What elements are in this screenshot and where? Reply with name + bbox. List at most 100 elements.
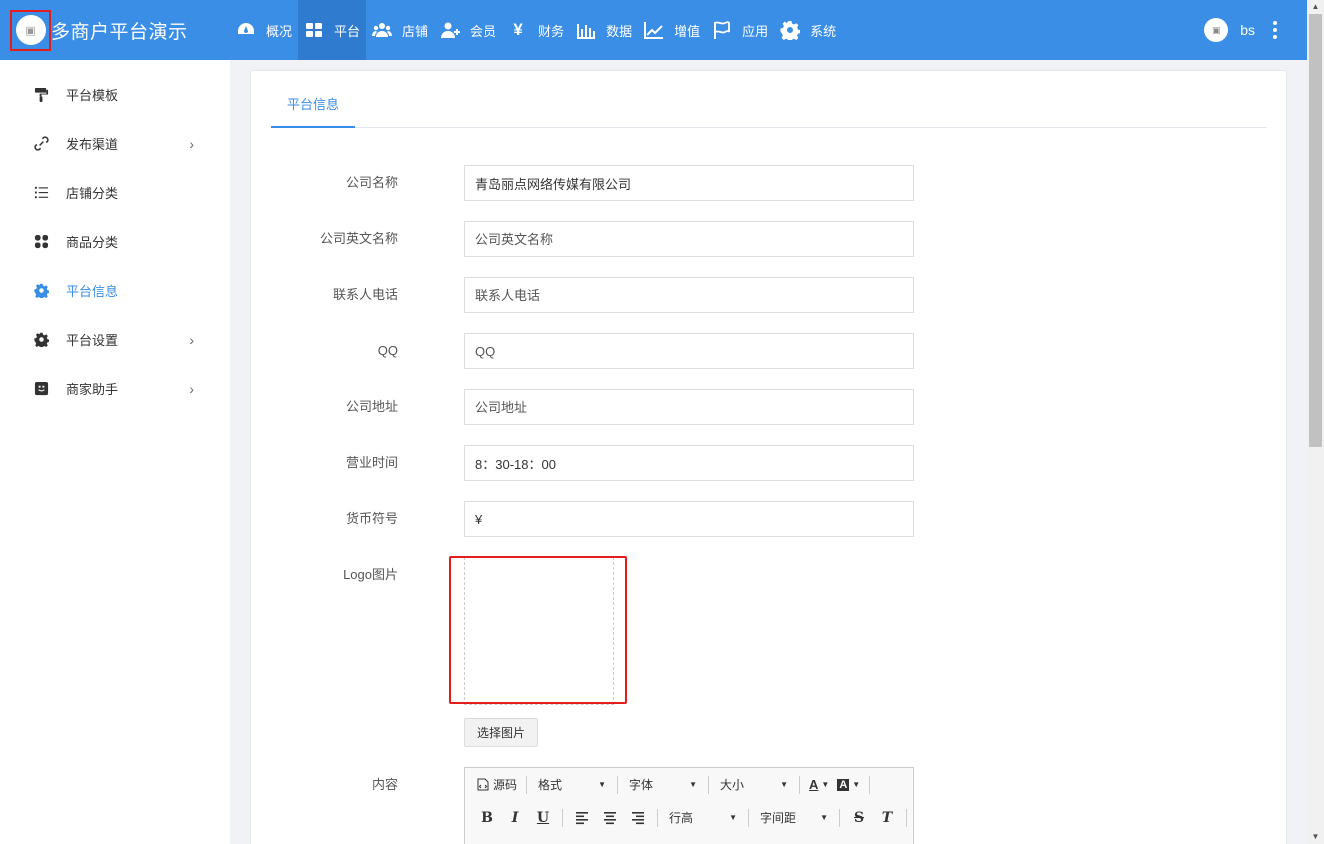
form-row-logo: Logo图片 — [251, 557, 1251, 593]
user-add-icon — [441, 22, 461, 38]
more-menu-icon[interactable] — [1273, 21, 1277, 39]
align-left-icon[interactable] — [568, 811, 596, 825]
dashboard-icon — [238, 23, 254, 34]
sidebar-item-goods-category[interactable]: 商品分类 — [0, 217, 230, 266]
select-image-button[interactable]: 选择图片 — [464, 718, 538, 747]
sidebar-item-label: 商家助手 — [66, 382, 119, 397]
user-area: ▣ bs — [1204, 0, 1277, 60]
top-navbar: ▣ 多商户平台演示 概况 平台 店铺 会员 ¥ 财务 数据 增值 应用 系统 ▣… — [0, 0, 1307, 60]
scroll-down-arrow-icon[interactable]: ▼ — [1307, 830, 1324, 844]
app-title: 多商户平台演示 — [51, 21, 188, 43]
chevron-right-icon: › — [189, 135, 194, 152]
font-select[interactable]: 字体 ▼ — [623, 773, 703, 797]
qq-input[interactable] — [464, 333, 914, 369]
grid-icon — [306, 23, 323, 37]
bold-icon[interactable]: B — [473, 810, 501, 826]
yen-icon: ¥ — [513, 20, 523, 39]
bg-color-button[interactable]: A ▼ — [833, 773, 864, 797]
nav-members[interactable]: 会员 — [434, 0, 502, 60]
brand-logo[interactable]: ▣ — [10, 9, 51, 51]
sidebar-item-publish-channel[interactable]: 发布渠道 › — [0, 119, 230, 168]
editor-toolbar-row-2: B I U 行高 ▼ 字间距 ▼ S T — [465, 801, 913, 834]
line-chart-icon — [644, 22, 664, 39]
form-row-address: 公司地址 — [251, 389, 1251, 425]
sidebar-item-platform-info[interactable]: 平台信息 — [0, 266, 230, 315]
sidebar-item-label: 店铺分类 — [66, 186, 119, 201]
avatar[interactable]: ▣ — [1204, 18, 1229, 42]
nav-overview[interactable]: 概况 — [230, 0, 298, 60]
italic-icon[interactable]: I — [501, 810, 529, 826]
sidebar-item-label: 平台设置 — [66, 333, 119, 348]
divider — [657, 808, 658, 827]
bg-color-icon: A — [837, 778, 850, 791]
logo-icon: ▣ — [15, 15, 46, 45]
nav-value-added[interactable]: 增值 — [638, 0, 706, 60]
username[interactable]: bs — [1240, 22, 1255, 38]
caret-down-icon: ▼ — [689, 780, 698, 789]
scroll-up-arrow-icon[interactable]: ▲ — [1307, 0, 1324, 14]
form-row-company-name: 公司名称 — [251, 165, 1251, 201]
apps-icon — [34, 234, 49, 249]
nav-system[interactable]: 系统 — [774, 0, 842, 60]
source-label: 源码 — [493, 778, 518, 792]
chevron-right-icon: › — [189, 331, 194, 348]
divider — [906, 808, 907, 827]
size-label: 大小 — [720, 778, 745, 792]
sidebar-item-merchant-assistant[interactable]: 商家助手 › — [0, 364, 230, 413]
company-en-name-input[interactable] — [464, 221, 914, 257]
nav-data[interactable]: 数据 — [570, 0, 638, 60]
field-label: 联系人电话 — [332, 287, 398, 302]
nav-stores[interactable]: 店铺 — [366, 0, 434, 60]
business-hours-input[interactable] — [464, 445, 914, 481]
divider — [869, 775, 871, 794]
format-select[interactable]: 格式 ▼ — [532, 773, 612, 797]
nav-apps[interactable]: 应用 — [706, 0, 774, 60]
letter-spacing-select[interactable]: 字间距 ▼ — [754, 806, 834, 830]
tab-platform-info[interactable]: 平台信息 — [271, 92, 356, 128]
align-center-icon[interactable] — [596, 811, 624, 825]
caret-down-icon: ▼ — [852, 780, 861, 789]
nav-label: 概况 — [266, 23, 293, 39]
clear-format-icon[interactable]: T — [873, 810, 901, 826]
source-code-icon — [477, 778, 489, 791]
address-input[interactable] — [464, 389, 914, 425]
sidebar-item-platform-settings[interactable]: 平台设置 › — [0, 315, 230, 364]
brand[interactable]: ▣ 多商户平台演示 — [0, 0, 230, 60]
field-label: 公司名称 — [345, 175, 398, 190]
field-label: 公司地址 — [345, 399, 398, 414]
contact-phone-input[interactable] — [464, 277, 914, 313]
line-height-select[interactable]: 行高 ▼ — [663, 806, 743, 830]
nav-finance[interactable]: ¥ 财务 — [502, 0, 570, 60]
nav-label: 平台 — [334, 23, 361, 39]
currency-input[interactable] — [464, 501, 914, 537]
field-label: 内容 — [371, 777, 398, 792]
vertical-scrollbar[interactable]: ▲ ▼ — [1307, 0, 1324, 844]
gear-icon — [34, 332, 49, 347]
sidebar-item-store-category[interactable]: 店铺分类 — [0, 168, 230, 217]
align-right-icon[interactable] — [624, 811, 652, 825]
caret-down-icon: ▼ — [780, 780, 789, 789]
scrollbar-thumb[interactable] — [1309, 14, 1322, 447]
sidebar-item-platform-template[interactable]: 平台模板 — [0, 70, 230, 119]
caret-down-icon: ▼ — [598, 780, 607, 789]
nav-platform[interactable]: 平台 — [298, 0, 367, 60]
caret-down-icon: ▼ — [729, 813, 737, 822]
font-color-button[interactable]: A ▼ — [805, 773, 833, 797]
size-select[interactable]: 大小 ▼ — [714, 773, 794, 797]
form-row-business-hours: 营业时间 — [251, 445, 1251, 481]
source-button[interactable]: 源码 — [473, 773, 521, 797]
nav-label: 数据 — [606, 23, 633, 39]
divider — [562, 808, 563, 827]
form-row-qq: QQ — [251, 333, 1251, 369]
divider — [617, 775, 619, 794]
paint-roller-icon — [34, 87, 49, 102]
strikethrough-icon[interactable]: S — [845, 810, 873, 826]
underline-icon[interactable]: U — [529, 810, 557, 826]
letter-spacing-label: 字间距 — [760, 811, 797, 825]
company-name-input[interactable] — [464, 165, 914, 201]
sidebar-item-label: 发布渠道 — [66, 137, 119, 152]
highlight-box — [449, 556, 627, 704]
smile-icon — [34, 381, 49, 396]
field-label: 营业时间 — [345, 455, 398, 470]
caret-down-icon: ▼ — [820, 813, 828, 822]
